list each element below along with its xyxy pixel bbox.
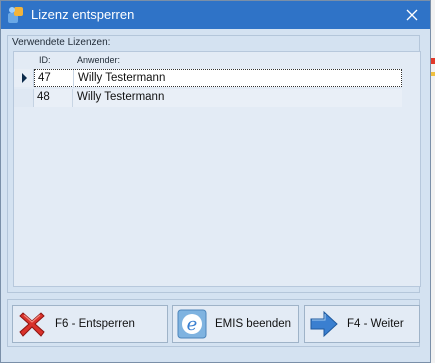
license-unlock-dialog: Lizenz entsperren Verwendete Lizenzen: I…: [0, 0, 431, 363]
title-bar[interactable]: Lizenz entsperren: [1, 1, 430, 29]
unlock-button[interactable]: F6 - Entsperren: [12, 305, 168, 343]
arrow-right-icon: [310, 310, 338, 338]
row-indicator[interactable]: [14, 69, 34, 87]
continue-button-label: F4 - Weiter: [347, 318, 404, 330]
unlock-button-label: F6 - Entsperren: [55, 318, 135, 330]
table-row[interactable]: 47 Willy Testermann: [14, 69, 402, 88]
cell-user: Willy Testermann: [77, 91, 165, 103]
red-x-icon: [19, 312, 45, 337]
header-indicator-cell: [14, 52, 34, 68]
cell-id: 48: [37, 91, 50, 103]
emis-logo-icon: e: [177, 309, 207, 339]
exit-emis-button-label: EMIS beenden: [215, 318, 292, 330]
row-body[interactable]: 47 Willy Testermann: [34, 69, 402, 88]
column-header-user[interactable]: Anwender:: [77, 52, 120, 68]
row-indicator[interactable]: [14, 89, 34, 107]
table-row[interactable]: 48 Willy Testermann: [14, 89, 402, 107]
window-title: Lizenz entsperren: [31, 7, 135, 22]
background-red-mark: [431, 58, 435, 64]
background-yellow-mark: [431, 72, 435, 76]
svg-text:e: e: [187, 314, 198, 335]
background-window-right: [431, 0, 435, 363]
continue-button[interactable]: F4 - Weiter: [304, 305, 420, 343]
row-pointer-icon: [22, 73, 27, 83]
grid-header: ID: Anwender:: [14, 52, 402, 68]
column-separator: [72, 89, 73, 107]
license-grid[interactable]: ID: Anwender: 47 Willy Testermann 48 Wil…: [13, 51, 421, 287]
column-header-id[interactable]: ID:: [39, 52, 51, 68]
group-label: Verwendete Lizenzen:: [12, 37, 111, 48]
app-icon: [8, 7, 23, 23]
close-button[interactable]: [394, 1, 430, 29]
cell-user: Willy Testermann: [78, 72, 166, 84]
exit-emis-button[interactable]: e EMIS beenden: [172, 305, 299, 343]
row-body[interactable]: 48 Willy Testermann: [34, 89, 402, 107]
close-icon: [406, 9, 418, 21]
cell-id: 47: [38, 72, 51, 84]
column-separator: [73, 70, 74, 88]
